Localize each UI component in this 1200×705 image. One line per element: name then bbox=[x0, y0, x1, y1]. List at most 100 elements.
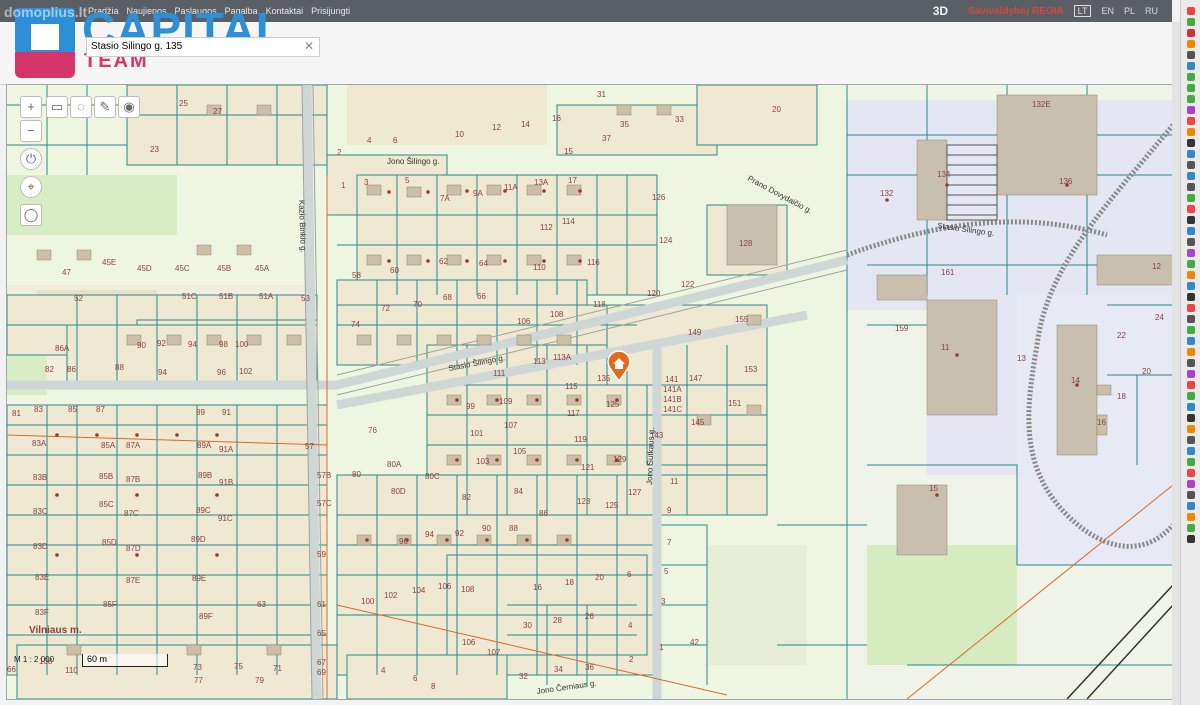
tool-icon[interactable] bbox=[1187, 40, 1195, 48]
tool-icon[interactable] bbox=[1187, 282, 1195, 290]
tool-icon[interactable] bbox=[1187, 469, 1195, 477]
svg-text:85F: 85F bbox=[103, 600, 117, 609]
svg-text:91C: 91C bbox=[218, 514, 233, 523]
regia-link[interactable]: Savivaldybių REGIA bbox=[968, 6, 1064, 17]
tool-icon[interactable] bbox=[1187, 18, 1195, 26]
target-icon[interactable]: ◉ bbox=[118, 96, 140, 118]
svg-text:6: 6 bbox=[413, 674, 418, 683]
svg-text:100: 100 bbox=[235, 340, 249, 349]
svg-text:83: 83 bbox=[34, 405, 43, 414]
svg-text:159: 159 bbox=[895, 324, 909, 333]
svg-text:85A: 85A bbox=[101, 441, 116, 450]
tool-icon[interactable] bbox=[1187, 106, 1195, 114]
locate-icon[interactable]: ⌖ bbox=[20, 176, 42, 198]
tool-icon[interactable] bbox=[1187, 29, 1195, 37]
svg-text:98: 98 bbox=[219, 340, 228, 349]
svg-text:114: 114 bbox=[562, 217, 575, 226]
tool-icon[interactable] bbox=[1187, 403, 1195, 411]
svg-text:73: 73 bbox=[193, 663, 202, 672]
tool-icon[interactable] bbox=[1187, 535, 1195, 543]
tool-icon[interactable] bbox=[1187, 491, 1195, 499]
property-marker[interactable] bbox=[606, 350, 632, 383]
search-input[interactable] bbox=[87, 38, 300, 54]
three-d-toggle[interactable]: 3D bbox=[933, 4, 948, 18]
tool-icon[interactable] bbox=[1187, 128, 1195, 136]
lang-pl[interactable]: PL bbox=[1124, 6, 1135, 16]
svg-text:89F: 89F bbox=[199, 612, 213, 621]
tool-icon[interactable] bbox=[1187, 337, 1195, 345]
tool-icon[interactable] bbox=[1187, 392, 1195, 400]
svg-text:105: 105 bbox=[513, 447, 527, 456]
svg-text:88: 88 bbox=[509, 524, 518, 533]
svg-text:69: 69 bbox=[317, 668, 326, 677]
tool-icon[interactable] bbox=[1187, 183, 1195, 191]
lang-lt[interactable]: LT bbox=[1073, 5, 1092, 17]
zoom-out-icon[interactable]: − bbox=[20, 120, 42, 142]
tool-icon[interactable] bbox=[1187, 425, 1195, 433]
zoom-in-icon[interactable]: + bbox=[20, 96, 42, 118]
mouse-icon[interactable]: ◌ bbox=[70, 96, 92, 118]
scrollbar[interactable] bbox=[1172, 22, 1180, 705]
svg-text:88: 88 bbox=[115, 363, 124, 372]
svg-text:92: 92 bbox=[455, 529, 464, 538]
lang-ru[interactable]: RU bbox=[1145, 6, 1158, 16]
tool-icon[interactable] bbox=[1187, 194, 1195, 202]
lasso-icon[interactable]: ◯ bbox=[20, 204, 42, 226]
tool-icon[interactable] bbox=[1187, 381, 1195, 389]
svg-text:89B: 89B bbox=[198, 471, 212, 480]
tool-icon[interactable] bbox=[1187, 480, 1195, 488]
tool-icon[interactable] bbox=[1187, 51, 1195, 59]
tool-icon[interactable] bbox=[1187, 249, 1195, 257]
measure-icon[interactable]: ▭ bbox=[46, 96, 68, 118]
svg-text:87D: 87D bbox=[126, 544, 141, 553]
svg-text:51A: 51A bbox=[259, 292, 274, 301]
tool-icon[interactable] bbox=[1187, 293, 1195, 301]
tool-icon[interactable] bbox=[1187, 524, 1195, 532]
svg-text:66: 66 bbox=[7, 665, 16, 674]
svg-text:3: 3 bbox=[661, 597, 666, 606]
tool-icon[interactable] bbox=[1187, 139, 1195, 147]
tool-icon[interactable] bbox=[1187, 205, 1195, 213]
tool-icon[interactable] bbox=[1187, 359, 1195, 367]
svg-text:91B: 91B bbox=[219, 478, 233, 487]
tool-icon[interactable] bbox=[1187, 447, 1195, 455]
tool-icon[interactable] bbox=[1187, 315, 1195, 323]
tool-icon[interactable] bbox=[1187, 414, 1195, 422]
tool-icon[interactable] bbox=[1187, 73, 1195, 81]
tool-icon[interactable] bbox=[1187, 161, 1195, 169]
tool-icon[interactable] bbox=[1187, 304, 1195, 312]
lang-en[interactable]: EN bbox=[1101, 6, 1114, 16]
tool-icon[interactable] bbox=[1187, 95, 1195, 103]
svg-text:8: 8 bbox=[431, 682, 436, 691]
tool-icon[interactable] bbox=[1187, 513, 1195, 521]
svg-text:57B: 57B bbox=[317, 471, 331, 480]
tool-icon[interactable] bbox=[1187, 172, 1195, 180]
tool-icon[interactable] bbox=[1187, 348, 1195, 356]
tool-icon[interactable] bbox=[1187, 370, 1195, 378]
tool-icon[interactable] bbox=[1187, 216, 1195, 224]
tool-icon[interactable] bbox=[1187, 458, 1195, 466]
tool-icon[interactable] bbox=[1187, 436, 1195, 444]
edit-icon[interactable]: ✎ bbox=[94, 96, 116, 118]
tool-icon[interactable] bbox=[1187, 326, 1195, 334]
tool-icon[interactable] bbox=[1187, 62, 1195, 70]
svg-text:111: 111 bbox=[493, 369, 506, 378]
clear-search-icon[interactable]: ✕ bbox=[304, 39, 314, 53]
svg-text:20: 20 bbox=[1142, 367, 1151, 376]
top-right: 3D Savivaldybių REGIA LT EN PL RU bbox=[933, 4, 1158, 18]
map-canvas[interactable]: Jono Šilingo g. Prano Dovydaičio g. Stas… bbox=[6, 84, 1174, 700]
compass-icon[interactable]: ⏻ bbox=[20, 148, 42, 170]
tool-icon[interactable] bbox=[1187, 238, 1195, 246]
tool-icon[interactable] bbox=[1187, 7, 1195, 15]
tool-icon[interactable] bbox=[1187, 150, 1195, 158]
svg-text:20: 20 bbox=[772, 105, 781, 114]
tool-icon[interactable] bbox=[1187, 260, 1195, 268]
menu-login[interactable]: Prisijungti bbox=[311, 6, 350, 16]
svg-text:91: 91 bbox=[222, 408, 231, 417]
tool-icon[interactable] bbox=[1187, 502, 1195, 510]
tool-icon[interactable] bbox=[1187, 227, 1195, 235]
tool-icon[interactable] bbox=[1187, 117, 1195, 125]
svg-text:4: 4 bbox=[628, 621, 633, 630]
tool-icon[interactable] bbox=[1187, 271, 1195, 279]
tool-icon[interactable] bbox=[1187, 84, 1195, 92]
